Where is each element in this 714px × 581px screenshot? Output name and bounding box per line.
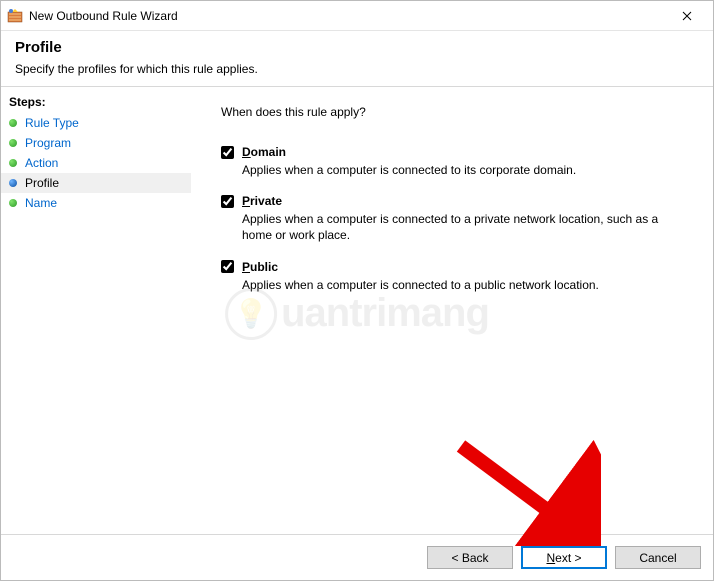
steps-heading: Steps: <box>1 91 191 113</box>
profile-description: Applies when a computer is connected to … <box>242 277 682 293</box>
profile-option: Domain Applies when a computer is connect… <box>221 145 689 178</box>
step-action[interactable]: Action <box>1 153 191 173</box>
page-description: Specify the profiles for which this rule… <box>15 62 699 76</box>
option-row: Private <box>221 194 689 208</box>
profile-label[interactable]: Domain <box>242 145 286 159</box>
step-program[interactable]: Program <box>1 133 191 153</box>
step-bullet-icon <box>9 159 17 167</box>
page-title: Profile <box>15 39 699 56</box>
step-bullet-icon <box>9 179 17 187</box>
step-bullet-icon <box>9 139 17 147</box>
step-label: Action <box>25 156 58 170</box>
window-title: New Outbound Rule Wizard <box>29 9 667 23</box>
next-button[interactable]: Next > <box>521 546 607 569</box>
step-bullet-icon <box>9 119 17 127</box>
step-label: Rule Type <box>25 116 79 130</box>
step-label: Profile <box>25 176 59 190</box>
profile-label[interactable]: Public <box>242 260 278 274</box>
step-rule-type[interactable]: Rule Type <box>1 113 191 133</box>
step-bullet-icon <box>9 199 17 207</box>
wizard-header: Profile Specify the profiles for which t… <box>1 31 713 86</box>
option-row: Domain <box>221 145 689 159</box>
profile-option: Public Applies when a computer is connect… <box>221 260 689 293</box>
next-button-label: Next > <box>546 551 581 565</box>
step-label: Program <box>25 136 71 150</box>
profile-description: Applies when a computer is connected to … <box>242 162 682 178</box>
profile-option: Private Applies when a computer is connec… <box>221 194 689 243</box>
step-label: Name <box>25 196 57 210</box>
wizard-footer: < Back Next > Cancel <box>1 534 713 580</box>
cancel-button[interactable]: Cancel <box>615 546 701 569</box>
profile-checkbox[interactable] <box>221 146 234 159</box>
profile-checkbox[interactable] <box>221 260 234 273</box>
profile-description: Applies when a computer is connected to … <box>242 211 682 243</box>
profile-label[interactable]: Private <box>242 194 282 208</box>
step-profile: Profile <box>1 173 191 193</box>
option-row: Public <box>221 260 689 274</box>
question-text: When does this rule apply? <box>221 105 689 119</box>
step-name[interactable]: Name <box>1 193 191 213</box>
close-button[interactable] <box>667 2 707 30</box>
app-icon <box>7 8 23 24</box>
steps-sidebar: Steps: Rule Type Program Action Profile Name <box>1 86 191 568</box>
title-bar: New Outbound Rule Wizard <box>1 1 713 31</box>
profile-checkbox[interactable] <box>221 195 234 208</box>
wizard-content: When does this rule apply? Domain Applies… <box>191 86 713 568</box>
back-button[interactable]: < Back <box>427 546 513 569</box>
